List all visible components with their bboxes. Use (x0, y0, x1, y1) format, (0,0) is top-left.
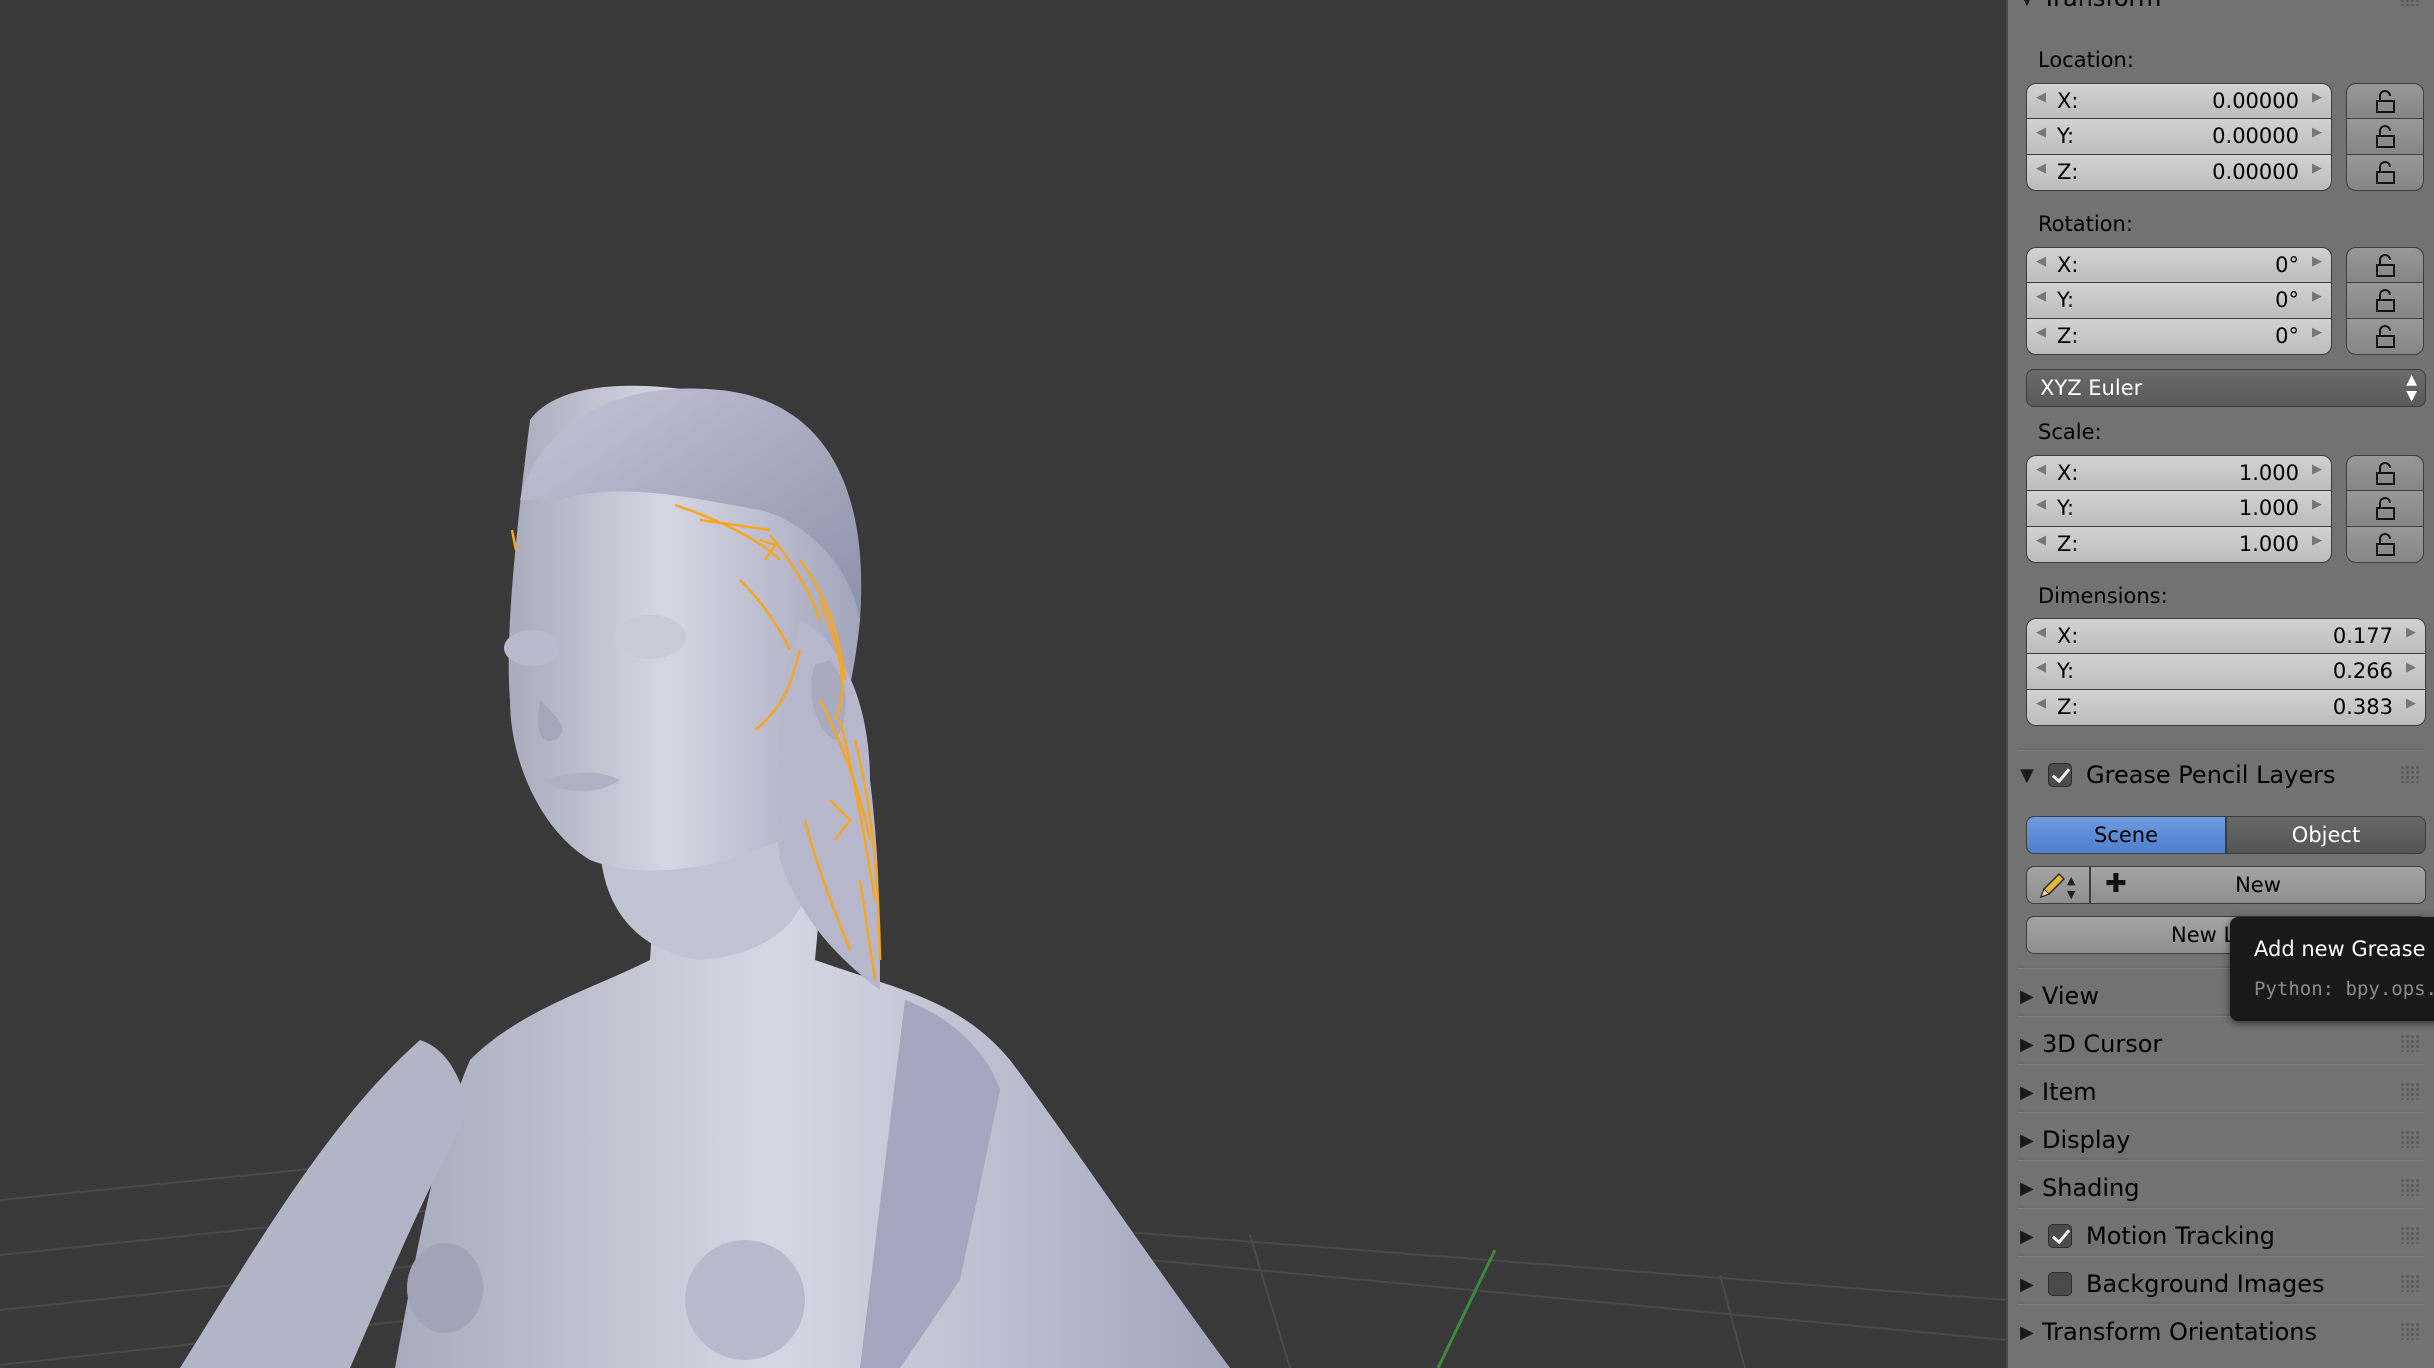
rotation-mode-dropdown[interactable]: XYZ Euler ▲ ▼ (2026, 369, 2426, 407)
new-grease-pencil-button[interactable]: ✚ New (2090, 866, 2426, 904)
drag-grip-icon[interactable] (2400, 0, 2420, 6)
unlock-icon (2376, 533, 2395, 556)
collapsed-triangle-icon: ▶ (2020, 985, 2034, 1007)
new-layer-tooltip: Add new Grease Pencil Layer Python: bpy.… (2230, 917, 2434, 1021)
panel-separator (2018, 748, 2424, 751)
scale-z-lock-button[interactable] (2346, 527, 2424, 563)
drag-grip-icon[interactable] (2400, 765, 2420, 783)
drag-grip-icon[interactable] (2400, 1322, 2420, 1340)
dimensions-label: Dimensions: (2038, 584, 2168, 608)
scale-x-field[interactable]: ◀ X: 1.000 ▶ (2026, 455, 2332, 491)
location-x-lock-button[interactable] (2346, 83, 2424, 119)
unlock-icon (2376, 289, 2395, 312)
collapsed-triangle-icon: ▶ (2020, 1129, 2034, 1151)
scale-x-lock-button[interactable] (2346, 455, 2424, 491)
motion-tracking-panel-header[interactable]: ▶ Motion Tracking (2020, 1216, 2424, 1256)
rotation-y-lock-button[interactable] (2346, 283, 2424, 319)
transform-orientations-panel-header[interactable]: ▶ Transform Orientations (2020, 1312, 2424, 1352)
collapsed-triangle-icon: ▶ (2020, 1273, 2034, 1295)
collapsed-triangle-icon: ▶ (2020, 1033, 2034, 1055)
panel-separator (2018, 1206, 2424, 1209)
scale-y-field[interactable]: ◀ Y: 1.000 ▶ (2026, 491, 2332, 527)
rotation-label: Rotation: (2038, 212, 2133, 236)
rotation-z-field[interactable]: ◀ Z: 0° ▶ (2026, 319, 2332, 355)
svg-text:▼: ▼ (2067, 888, 2076, 901)
drag-grip-icon[interactable] (2400, 1034, 2420, 1052)
location-z-field[interactable]: ◀ Z: 0.00000 ▶ (2026, 155, 2332, 191)
viewport-scene (0, 385, 2006, 1368)
pencil-icon: ▲ ▼ (2039, 872, 2076, 901)
svg-text:▲: ▲ (2067, 874, 2076, 887)
3d-viewport[interactable] (0, 0, 2006, 1368)
drag-grip-icon[interactable] (2400, 1178, 2420, 1196)
transform-panel-header[interactable]: ▼ Transform (2020, 0, 2424, 18)
rotation-y-field[interactable]: ◀ Y: 0° ▶ (2026, 283, 2332, 319)
rotation-x-lock-button[interactable] (2346, 247, 2424, 283)
item-panel-header[interactable]: ▶ Item (2020, 1072, 2424, 1112)
source-object-toggle[interactable]: Object (2226, 816, 2426, 854)
panel-separator (2018, 1158, 2424, 1161)
panel-separator (2018, 1254, 2424, 1257)
up-down-arrows-icon: ▲ ▼ (2406, 372, 2417, 404)
drag-grip-icon[interactable] (2400, 1274, 2420, 1292)
location-label: Location: (2038, 48, 2134, 72)
collapsed-triangle-icon: ▶ (2020, 1321, 2034, 1343)
background-images-panel-header[interactable]: ▶ Background Images (2020, 1264, 2424, 1304)
scale-z-field[interactable]: ◀ Z: 1.000 ▶ (2026, 527, 2332, 563)
collapsed-triangle-icon: ▶ (2020, 1177, 2034, 1199)
transform-panel-title: Transform (2042, 0, 2161, 12)
dimensions-z-field[interactable]: ◀ Z: 0.383 ▶ (2026, 690, 2426, 726)
scale-label: Scale: (2038, 420, 2102, 444)
location-y-lock-button[interactable] (2346, 119, 2424, 155)
unlock-icon (2376, 462, 2395, 485)
grease-pencil-panel-header[interactable]: ▼ Grease Pencil Layers (2020, 755, 2424, 795)
panel-separator (2018, 1110, 2424, 1113)
motion-tracking-checkbox[interactable] (2048, 1224, 2072, 1248)
panel-separator (2018, 1302, 2424, 1305)
3d-cursor-panel-header[interactable]: ▶ 3D Cursor (2020, 1024, 2424, 1064)
background-images-checkbox[interactable] (2048, 1272, 2072, 1296)
location-x-field[interactable]: ◀ X: 0.00000 ▶ (2026, 83, 2332, 119)
unlock-icon (2376, 325, 2395, 348)
collapsed-triangle-icon: ▶ (2020, 1225, 2034, 1247)
drag-grip-icon[interactable] (2400, 1130, 2420, 1148)
collapsed-triangle-icon: ▶ (2020, 1081, 2034, 1103)
panel-separator (2018, 1062, 2424, 1065)
dimensions-x-field[interactable]: ◀ X: 0.177 ▶ (2026, 618, 2426, 654)
expanded-triangle-icon: ▼ (2020, 0, 2042, 9)
scale-y-lock-button[interactable] (2346, 491, 2424, 527)
grease-pencil-enable-checkbox[interactable] (2048, 763, 2072, 787)
drag-grip-icon[interactable] (2400, 1082, 2420, 1100)
location-y-field[interactable]: ◀ Y: 0.00000 ▶ (2026, 119, 2332, 155)
rotation-x-field[interactable]: ◀ X: 0° ▶ (2026, 247, 2332, 283)
y-axis-line (1436, 1249, 1497, 1368)
dimensions-y-field[interactable]: ◀ Y: 0.266 ▶ (2026, 654, 2426, 690)
location-z-lock-button[interactable] (2346, 155, 2424, 191)
grease-pencil-browse-button[interactable]: ▲ ▼ (2026, 866, 2090, 904)
character-model (180, 385, 1230, 1368)
unlock-icon (2376, 125, 2395, 148)
source-scene-toggle[interactable]: Scene (2026, 816, 2226, 854)
display-panel-header[interactable]: ▶ Display (2020, 1120, 2424, 1160)
grease-pencil-panel-title: Grease Pencil Layers (2086, 761, 2336, 789)
unlock-icon (2376, 161, 2395, 184)
shading-panel-header[interactable]: ▶ Shading (2020, 1168, 2424, 1208)
properties-region: ▼ Transform Location: ◀X: 0.00000▶ ◀Y: 0… (2006, 0, 2434, 1368)
unlock-icon (2376, 254, 2395, 277)
unlock-icon (2376, 90, 2395, 113)
drag-grip-icon[interactable] (2400, 1226, 2420, 1244)
rotation-z-lock-button[interactable] (2346, 319, 2424, 355)
unlock-icon (2376, 497, 2395, 520)
expanded-triangle-icon: ▼ (2020, 764, 2034, 786)
blender-window: ▼ Transform Location: ◀X: 0.00000▶ ◀Y: 0… (0, 0, 2434, 1368)
